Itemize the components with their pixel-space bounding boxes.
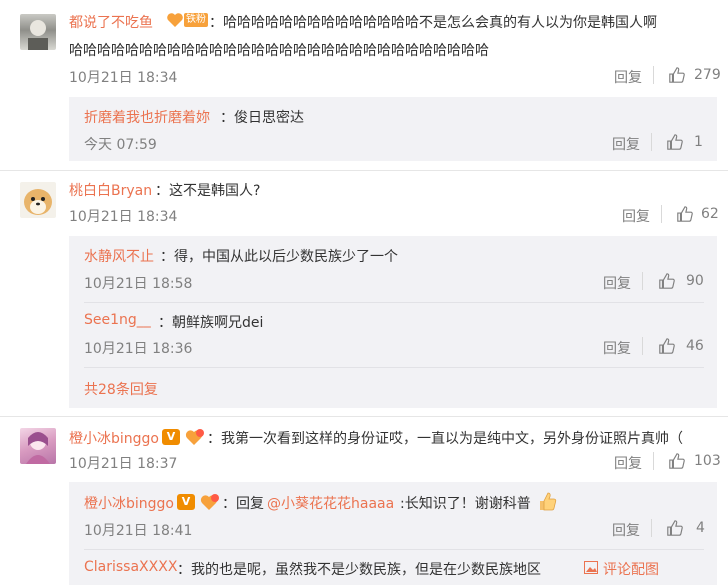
divider [651, 133, 652, 151]
avatar-image [24, 189, 52, 215]
reply-text-prefix: ：回复 [222, 496, 264, 512]
reply-button[interactable]: 回复 [614, 453, 642, 473]
thumb-up-icon[interactable] [658, 272, 676, 290]
thumb-up-icon[interactable] [666, 133, 684, 151]
reply-button[interactable]: 回复 [612, 520, 640, 540]
comment-time: 10月21日 18:34 [69, 209, 178, 225]
like-count: 1 [694, 134, 703, 150]
comment-time: 10月21日 18:34 [69, 70, 178, 86]
reply-button[interactable]: 回复 [603, 273, 631, 293]
divider [642, 272, 643, 290]
divider [642, 337, 643, 355]
reply-time: 10月21日 18:41 [84, 523, 193, 539]
comment-text: ：哈哈哈哈哈哈哈哈哈哈哈哈哈哈不是怎么会真的有人以为你是韩国人啊 [209, 15, 657, 31]
reply-time: 今天 07:59 [84, 137, 157, 153]
thumb-up-icon[interactable] [658, 337, 676, 355]
reply-user-name[interactable]: See1ng__ [84, 312, 151, 328]
comment-user-name[interactable]: 桃白白Bryan [69, 180, 152, 200]
reply-divider [84, 549, 704, 550]
reply-user-name[interactable]: 橙小冰binggo [84, 493, 174, 513]
comment-image-link[interactable]: 评论配图 [603, 559, 659, 579]
image-icon[interactable] [584, 561, 598, 574]
thumb-up-icon[interactable] [666, 519, 684, 537]
comment-user-name[interactable]: 橙小冰binggo [69, 428, 159, 448]
avatar[interactable] [20, 14, 56, 50]
fan-badge-icon[interactable] [184, 428, 206, 446]
divider [653, 452, 654, 470]
comment-divider [0, 170, 728, 171]
reply-time: 10月21日 18:36 [84, 341, 193, 357]
thumb-up-icon[interactable] [668, 452, 686, 470]
divider [651, 519, 652, 537]
thumbs-up-emoji [540, 492, 557, 511]
divider [661, 205, 662, 223]
reply-button[interactable]: 回复 [614, 67, 642, 87]
comment-time: 10月21日 18:37 [69, 456, 178, 472]
thumb-up-icon[interactable] [676, 205, 694, 223]
fan-badge-icon[interactable]: 铁粉 [166, 12, 208, 28]
divider [653, 66, 654, 84]
reply-time: 10月21日 18:58 [84, 276, 193, 292]
avatar[interactable] [20, 428, 56, 464]
reply-user-name[interactable]: ClarissaXXXX [84, 559, 177, 575]
verified-v-icon[interactable]: V [162, 429, 180, 445]
reply-text: :长知识了！谢谢科普 [400, 496, 531, 512]
reply-user-name[interactable]: 水静风不止 [84, 246, 154, 266]
comment-text: ：这不是韩国人? [155, 183, 261, 199]
reply-button[interactable]: 回复 [622, 206, 650, 226]
comment-text-continued: 哈哈哈哈哈哈哈哈哈哈哈哈哈哈哈哈哈哈哈哈哈哈哈哈哈哈哈哈哈哈 [69, 43, 489, 59]
reply-divider [84, 302, 704, 303]
fan-heart-icon [167, 13, 183, 27]
comment-text: ：我第一次看到这样的身份证哎，一直以为是纯中文，另外身份证照片真帅（ [207, 431, 683, 447]
avatar-image [28, 20, 48, 50]
like-count: 279 [694, 67, 721, 83]
reply-text: ：朝鲜族啊兄dei [158, 315, 264, 331]
like-count: 4 [696, 520, 705, 536]
fan-badge-icon[interactable] [199, 493, 221, 511]
more-replies-link[interactable]: 共28条回复 [84, 379, 158, 399]
comment-divider [0, 416, 728, 417]
like-count: 103 [694, 453, 721, 469]
reply-text: ：得，中国从此以后少数民族少了一个 [160, 249, 398, 265]
reply-button[interactable]: 回复 [603, 338, 631, 358]
reply-divider [84, 367, 704, 368]
reply-user-name[interactable]: 折磨着我也折磨着妳 [84, 107, 210, 127]
avatar-image [26, 432, 50, 464]
like-count: 62 [701, 206, 719, 222]
comment-user-name[interactable]: 都说了不吃鱼 [69, 12, 153, 32]
like-count: 46 [686, 338, 704, 354]
mention-link[interactable]: @小葵花花花haaaa [267, 493, 394, 513]
avatar[interactable] [20, 182, 56, 218]
verified-v-icon[interactable]: V [177, 494, 195, 510]
reply-button[interactable]: 回复 [612, 134, 640, 154]
reply-text: ：俊日思密达 [220, 110, 304, 126]
fan-badge-label: 铁粉 [184, 13, 208, 27]
like-count: 90 [686, 273, 704, 289]
reply-text: ：我的也是呢，虽然我不是少数民族，但是在少数民族地区 [177, 562, 541, 578]
thumb-up-icon[interactable] [668, 66, 686, 84]
